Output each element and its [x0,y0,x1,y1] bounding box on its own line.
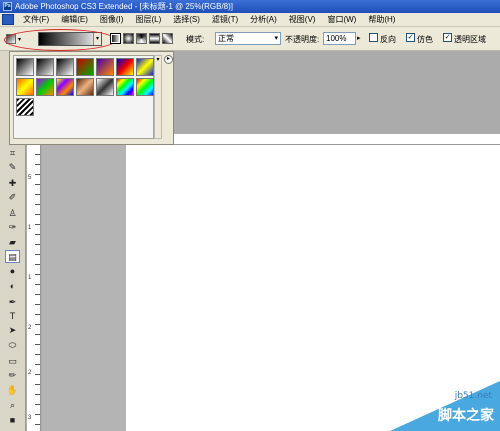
menu-file[interactable]: 文件(F) [17,14,55,25]
brush-tool-icon[interactable]: ✐ [5,191,20,204]
gradient-tool-icon[interactable]: ▤ [5,250,20,263]
eraser-tool-icon[interactable]: ▰ [5,236,20,249]
opacity-value: 100% [326,34,347,43]
chevron-down-icon: ▾ [274,35,278,42]
spot-healing-tool-icon[interactable]: ✚ [5,177,20,190]
menu-window[interactable]: 窗口(W) [321,14,362,25]
crop-tool-icon[interactable]: ⌗ [5,147,20,160]
panel-scrollbar[interactable]: ▾ [154,55,162,139]
panel-menu-icon[interactable]: ▸ [164,55,173,64]
gradient-swatch-red-green[interactable] [76,58,94,76]
mode-select[interactable]: 正常 ▾ [215,32,281,45]
gradient-swatch-copper[interactable] [76,78,94,96]
zoom-tool-icon[interactable]: ⌕ [5,399,20,412]
menu-help[interactable]: 帮助(H) [362,14,401,25]
gradient-swatch-foreground-to-transparent[interactable] [36,58,54,76]
pen-tool-icon[interactable]: ✒ [5,296,20,309]
notes-tool-icon[interactable]: ▭ [5,355,20,368]
gradient-picker-panel: ▾ ▸ [9,51,174,145]
ruler-number: 2 [28,370,32,376]
menu-view[interactable]: 视图(V) [283,14,322,25]
highlight-ellipse [4,29,116,51]
mode-label: 模式: [186,35,205,44]
ruler-number: 3 [28,415,32,421]
watermark: jb51.net 脚本之家 [380,381,500,431]
reverse-checkbox[interactable] [369,33,378,42]
history-brush-tool-icon[interactable]: ✑ [5,221,20,234]
workspace-background [174,52,500,134]
gradient-swatch-spectrum[interactable] [116,78,134,96]
gradient-swatch-grid [13,55,154,139]
linear-gradient-button[interactable] [110,33,121,44]
menu-filter[interactable]: 滤镜(T) [206,14,244,25]
title-bar: Ps Adobe Photoshop CS3 Extended - [未标题-1… [0,0,500,13]
slice-tool-icon[interactable]: ✎ [5,161,20,174]
opacity-label: 不透明度: [285,35,320,44]
gradient-swatch-black-white[interactable] [56,58,74,76]
app-menu-icon[interactable] [2,14,14,25]
gradient-swatch-yellow-violet-orange-blue[interactable] [56,78,74,96]
ruler-number: 2 [28,325,32,331]
ruler-number: 1 [28,225,32,231]
gradient-swatch-chrome[interactable] [96,78,114,96]
clone-stamp-tool-icon[interactable]: ♙ [5,207,20,220]
pasteboard [42,145,126,431]
opacity-slider-arrow-icon[interactable]: ▸ [357,34,361,42]
reverse-label: 反向 [380,35,396,44]
angle-gradient-button[interactable] [136,33,147,44]
gradient-swatch-violet-orange[interactable] [96,58,114,76]
menu-layer[interactable]: 图层(L) [129,14,167,25]
transparency-label: 透明区域 [454,35,486,44]
gradient-swatch-transparent-stripes[interactable] [16,98,34,116]
mode-value: 正常 [218,34,234,43]
options-bar: ▾ ▾ 模式: 正常 ▾ 不透明度: 100% ▸ 反向 ✓ 仿色 ✓ 透明区域 [0,27,500,51]
gradient-swatch-violet-green-orange[interactable] [36,78,54,96]
menu-analysis[interactable]: 分析(A) [244,14,283,25]
dodge-tool-icon[interactable]: ◐ [5,280,20,293]
gradient-swatch-blue-red-yellow[interactable] [116,58,134,76]
shape-tool-icon[interactable]: ⬭ [5,339,20,352]
gradient-swatch-foreground-to-background[interactable] [16,58,34,76]
transparency-checkbox[interactable]: ✓ [443,33,452,42]
dither-label: 仿色 [417,35,433,44]
gradient-swatch-blue-yellow-blue[interactable] [136,58,154,76]
gradient-swatch-transparent-rainbow[interactable] [136,78,154,96]
vertical-ruler: 5 1 1 2 2 3 [27,145,41,431]
menu-edit[interactable]: 编辑(E) [55,14,94,25]
eyedropper-tool-icon[interactable]: ✏ [5,369,20,382]
window-title: Adobe Photoshop CS3 Extended - [未标题-1 @ … [15,2,234,11]
hand-tool-icon[interactable]: ✋ [5,384,20,397]
opacity-input[interactable]: 100% [323,32,356,45]
ruler-number: 1 [28,275,32,281]
dither-checkbox[interactable]: ✓ [406,33,415,42]
path-selection-tool-icon[interactable]: ➤ [5,324,20,337]
ruler-number: 5 [28,175,32,181]
radial-gradient-button[interactable] [123,33,134,44]
reflected-gradient-button[interactable] [149,33,160,44]
watermark-text: 脚本之家 [438,408,494,424]
type-tool-icon[interactable]: T [5,310,20,323]
color-swatches-icon[interactable]: ■ [5,414,20,427]
photoshop-logo-icon: Ps [3,2,12,11]
watermark-site: jb51.net [454,391,492,401]
menu-select[interactable]: 选择(S) [167,14,206,25]
diamond-gradient-button[interactable] [162,33,173,44]
blur-tool-icon[interactable]: ● [5,265,20,278]
gradient-swatch-orange-yellow-orange[interactable] [16,78,34,96]
menu-image[interactable]: 图像(I) [94,14,130,25]
menu-bar: 文件(F) 编辑(E) 图像(I) 图层(L) 选择(S) 滤镜(T) 分析(A… [0,13,500,27]
